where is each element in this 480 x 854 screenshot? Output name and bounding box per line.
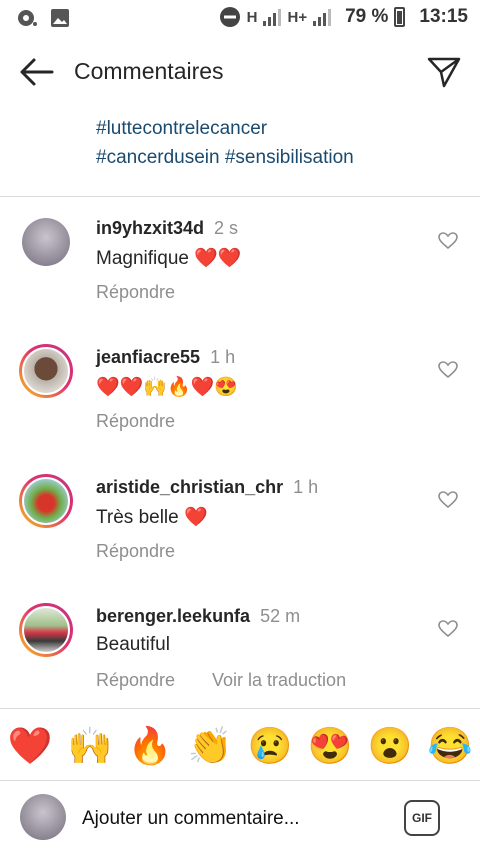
comment-time: 1 h xyxy=(293,477,319,497)
hashtag-line-1[interactable]: #luttecontrelecancer xyxy=(96,114,354,143)
reply-button[interactable]: Répondre xyxy=(96,282,175,303)
page-title: Commentaires xyxy=(74,58,224,84)
reaction-fire[interactable]: 🔥 xyxy=(126,725,174,767)
avatar[interactable] xyxy=(22,218,70,266)
see-translation-button[interactable]: Voir la traduction xyxy=(212,670,346,691)
comment-text: Beautiful xyxy=(96,634,170,655)
comment-text: Très belle ❤️ xyxy=(96,507,208,528)
network-label-2: H+ xyxy=(287,8,308,26)
like-heart-icon[interactable] xyxy=(438,361,458,379)
caption-divider xyxy=(0,196,480,197)
network-label-1: H xyxy=(246,8,258,26)
dnd-icon xyxy=(219,7,240,27)
signal-icon-2 xyxy=(313,8,332,26)
send-icon[interactable] xyxy=(426,54,462,90)
input-divider xyxy=(0,780,480,781)
avatar-photo xyxy=(22,477,70,525)
settings-notification-icon xyxy=(18,10,37,26)
comment-item: jeanfiacre55 1 h ❤️❤️🙌🔥❤️😍 Répondre xyxy=(0,344,480,467)
image-notification-icon xyxy=(51,9,69,27)
comment-input[interactable]: Ajouter un commentaire... xyxy=(82,808,300,830)
reply-button[interactable]: Répondre xyxy=(96,541,175,562)
avatar[interactable] xyxy=(19,603,73,657)
comment-item: aristide_christian_chr 1 h Très belle ❤️ … xyxy=(0,474,480,597)
like-heart-icon[interactable] xyxy=(438,232,458,250)
like-heart-icon[interactable] xyxy=(438,491,458,509)
reaction-surprised[interactable]: 😮 xyxy=(366,725,414,767)
reaction-laughing[interactable]: 😂 xyxy=(426,725,474,767)
avatar[interactable] xyxy=(19,344,73,398)
quick-reactions-bar: ❤️ 🙌 🔥 👏 😢 😍 😮 😂 xyxy=(0,718,480,774)
reaction-crying[interactable]: 😢 xyxy=(246,725,294,767)
comment-time: 52 m xyxy=(260,606,301,626)
avatar[interactable] xyxy=(19,474,73,528)
battery-icon xyxy=(394,7,406,27)
gif-button[interactable]: GIF xyxy=(404,800,440,836)
comment-text: ❤️❤️🙌🔥❤️😍 xyxy=(96,377,238,398)
battery-percent: 79 % xyxy=(345,6,389,27)
status-right: H H+ 79 % 13:15 xyxy=(219,6,468,28)
clock: 13:15 xyxy=(419,6,468,27)
reaction-heart[interactable]: ❤️ xyxy=(6,725,54,767)
post-caption: #luttecontrelecancer #cancerdusein #sens… xyxy=(96,114,354,172)
signal-icon-1 xyxy=(263,8,282,26)
reaction-clap[interactable]: 👏 xyxy=(186,725,234,767)
reply-button[interactable]: Répondre xyxy=(96,411,175,432)
comment-time: 2 s xyxy=(214,218,239,238)
status-left-icons xyxy=(16,8,70,28)
like-heart-icon[interactable] xyxy=(438,620,458,638)
reaction-raised-hands[interactable]: 🙌 xyxy=(66,725,114,767)
comment-username[interactable]: berenger.leekunfa 52 m xyxy=(96,606,300,627)
hashtag-line-2[interactable]: #cancerdusein #sensibilisation xyxy=(96,143,354,172)
comment-item: in9yhzxit34d 2 s Magnifique ❤️❤️ Répondre xyxy=(0,218,480,338)
comment-username[interactable]: aristide_christian_chr 1 h xyxy=(96,477,318,498)
current-user-avatar xyxy=(20,794,66,840)
comment-username[interactable]: in9yhzxit34d 2 s xyxy=(96,218,238,239)
avatar-photo xyxy=(22,606,70,654)
app-header: Commentaires xyxy=(0,38,480,108)
comment-time: 1 h xyxy=(210,347,236,367)
reaction-heart-eyes[interactable]: 😍 xyxy=(306,725,354,767)
avatar-photo xyxy=(22,347,70,395)
status-bar: H H+ 79 % 13:15 xyxy=(0,0,480,38)
reply-button[interactable]: Répondre xyxy=(96,670,175,691)
back-arrow-icon[interactable] xyxy=(16,56,56,88)
comment-input-bar: Ajouter un commentaire... GIF xyxy=(0,782,480,854)
comment-text: Magnifique ❤️❤️ xyxy=(96,248,242,269)
comment-username[interactable]: jeanfiacre55 1 h xyxy=(96,347,235,368)
reactions-divider xyxy=(0,708,480,709)
